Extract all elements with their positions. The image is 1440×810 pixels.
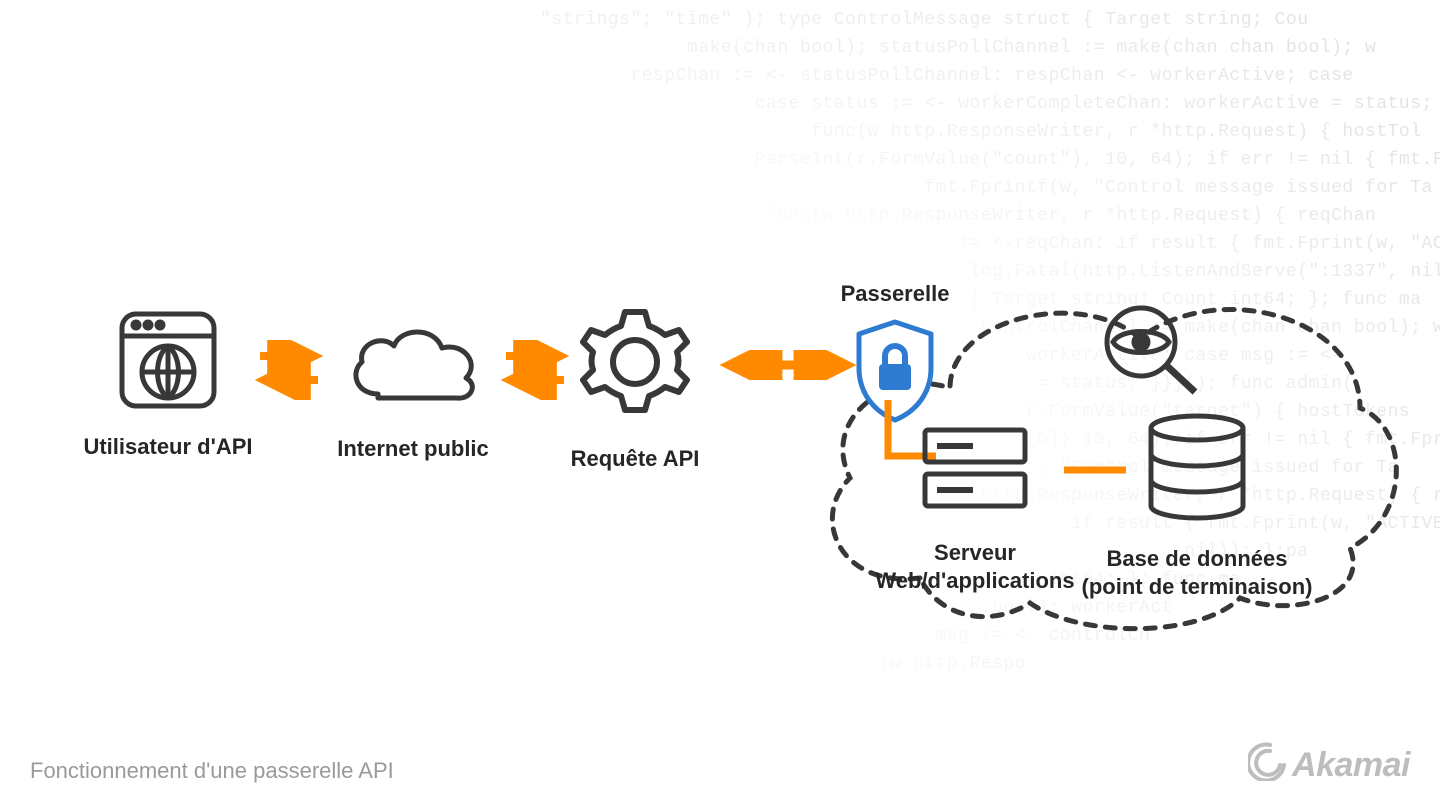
node-monitor — [1090, 300, 1210, 405]
node-webapp-server: Serveur Web/d'applications — [880, 420, 1070, 594]
arrows-user-internet — [254, 340, 324, 400]
node-public-internet: Internet public — [318, 316, 508, 463]
label-webapp-server: Serveur Web/d'applications — [875, 539, 1074, 594]
label-public-internet: Internet public — [337, 435, 489, 463]
server-icon — [915, 420, 1035, 525]
node-api-user: Utilisateur d'API — [78, 306, 258, 461]
brand-text: Akamai — [1292, 746, 1410, 785]
brand-logo: Akamai — [1248, 741, 1410, 790]
node-database: Base de données (point de terminaison) — [1092, 410, 1302, 600]
browser-globe-icon — [114, 306, 222, 419]
node-api-request: Requête API — [560, 298, 710, 473]
diagram: Utilisateur d'API Internet public — [0, 0, 1440, 810]
akamai-swirl-icon — [1248, 741, 1288, 790]
gear-icon — [571, 298, 699, 431]
label-api-request: Requête API — [571, 445, 700, 473]
caption: Fonctionnement d'une passerelle API — [30, 758, 394, 784]
label-gateway: Passerelle — [841, 280, 950, 308]
label-database: Base de données (point de terminaison) — [1082, 545, 1313, 600]
eye-magnifier-icon — [1095, 300, 1205, 405]
database-icon — [1137, 410, 1257, 531]
cloud-icon — [338, 316, 488, 421]
label-api-user: Utilisateur d'API — [83, 433, 252, 461]
